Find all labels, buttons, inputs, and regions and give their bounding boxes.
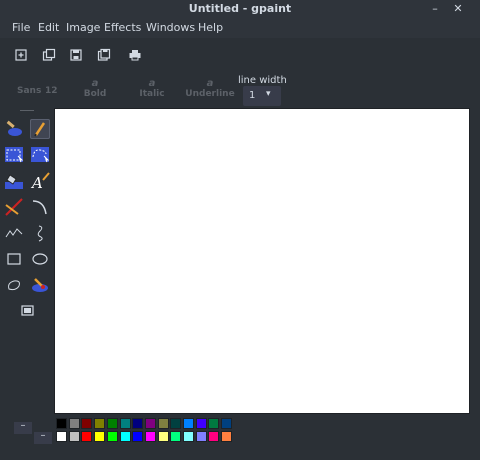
panel-handle[interactable] [20,110,34,111]
bold-glyph: a [91,78,99,89]
pencil-tool[interactable] [30,119,50,139]
line-width-value: 1 [249,90,256,101]
menu-effects[interactable]: Effects [104,21,141,34]
line-width-dropdown[interactable]: 1 ▾ [243,86,281,106]
font-size-selector[interactable]: 12 [45,86,58,96]
menu-edit[interactable]: Edit [38,21,59,34]
freehand-tool[interactable] [30,223,50,243]
color-swatch[interactable] [157,418,169,429]
rectangle-select-tool[interactable] [4,145,24,165]
line-tool[interactable] [4,197,24,217]
line-width-label: line width [238,75,287,86]
tool-panel: A [0,108,54,418]
color-swatch[interactable] [56,418,67,429]
color-swatch[interactable] [56,431,67,442]
menu-bar: File Edit Image Effects Windows Help [0,18,480,38]
color-swatch[interactable] [221,418,233,429]
text-tool[interactable]: A [30,171,50,191]
color-swatch[interactable] [157,431,169,442]
color-swatch[interactable] [119,418,131,429]
bold-button[interactable]: a Bold [82,78,108,99]
color-swatch[interactable] [195,418,207,429]
font-name-selector[interactable]: Sans [17,86,41,96]
color-swatch[interactable] [119,431,131,442]
lasso-select-tool[interactable] [30,145,50,165]
color-swatch[interactable] [132,431,144,442]
save-as-icon[interactable] [97,47,111,61]
menu-image[interactable]: Image [66,21,100,34]
color-swatch[interactable] [68,431,80,442]
print-icon[interactable] [128,47,142,61]
color-swatch[interactable] [170,418,182,429]
color-swatch[interactable] [195,431,207,442]
underline-glyph: a [206,78,214,89]
close-button[interactable]: ✕ [451,2,465,16]
open-icon[interactable] [42,47,56,61]
color-swatch[interactable] [221,431,233,442]
color-swatch[interactable] [106,418,118,429]
paintbrush-tool[interactable] [30,275,50,295]
color-swatch[interactable] [132,418,144,429]
background-color-button[interactable]: – [34,431,52,444]
color-swatch[interactable] [170,431,182,442]
toolbar [0,38,480,74]
canvas-area [54,108,470,414]
color-swatch[interactable] [81,418,93,429]
underline-label: Underline [185,89,235,99]
svg-text:A: A [30,174,43,191]
color-swatch[interactable] [106,431,118,442]
color-swatch[interactable] [94,418,106,429]
rectangle-tool[interactable] [4,249,24,269]
menu-windows[interactable]: Windows [146,21,195,34]
color-swatch[interactable] [144,431,156,442]
color-swatch[interactable] [94,431,106,442]
fill-mode-toggle[interactable] [17,303,37,319]
color-swatch[interactable] [208,418,220,429]
drawing-canvas[interactable] [54,108,470,414]
new-icon[interactable] [14,47,28,61]
window-title: Untitled - gpaint [188,2,292,15]
color-swatch[interactable] [208,431,220,442]
save-icon[interactable] [69,47,83,61]
color-swatch[interactable] [81,431,93,442]
color-swatch[interactable] [144,418,156,429]
color-swatch[interactable] [68,418,80,429]
font-bar: Sans 12 a Bold a Italic a Underline line… [0,74,480,108]
italic-label: Italic [139,89,165,99]
paint-bucket-tool[interactable] [4,171,24,191]
palette-bar: – – [0,414,480,460]
underline-button[interactable]: a Underline [184,78,236,99]
eraser-tool[interactable] [4,119,24,139]
oval-tool[interactable] [30,249,50,269]
bold-label: Bold [83,89,107,99]
closed-freehand-tool[interactable] [4,275,24,295]
title-bar: Untitled - gpaint – ✕ [0,0,480,18]
color-swatch[interactable] [183,431,194,442]
curve-tool[interactable] [30,197,50,217]
menu-file[interactable]: File [12,21,30,34]
foreground-color-button[interactable]: – [14,421,32,434]
italic-button[interactable]: a Italic [137,78,167,99]
menu-help[interactable]: Help [198,21,223,34]
minimize-button[interactable]: – [428,2,442,16]
italic-glyph: a [148,78,156,89]
color-swatch[interactable] [183,418,194,429]
multiline-tool[interactable] [4,223,24,243]
chevron-down-icon: ▾ [266,89,271,99]
